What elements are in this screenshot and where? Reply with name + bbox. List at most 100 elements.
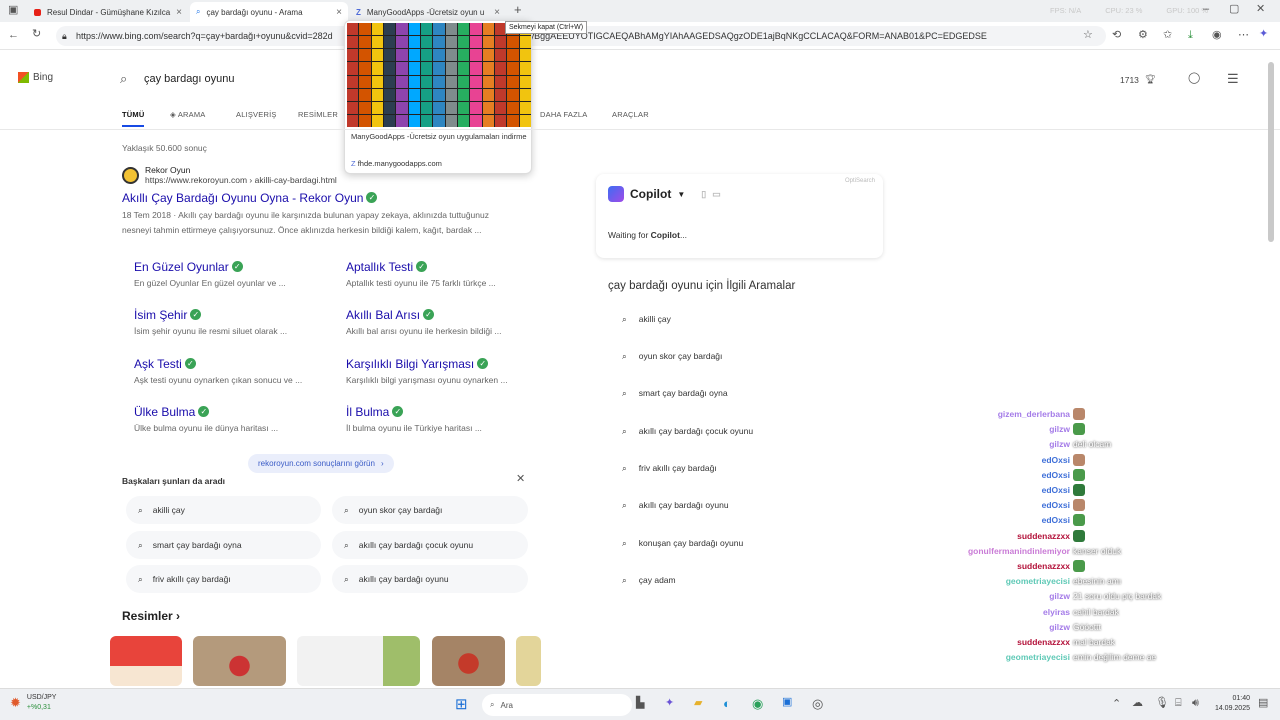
close-tab-icon[interactable]: × bbox=[494, 7, 500, 18]
bing-logo[interactable]: Bing bbox=[18, 72, 53, 83]
related-search-item[interactable]: ⌕ smart çay bardağı oyna bbox=[610, 378, 895, 408]
refresh-icon[interactable]: ↻ bbox=[32, 29, 41, 40]
performance-stats: FPS: N/A CPU: 23 % GPU: 100 % bbox=[1050, 6, 1208, 15]
download-icon[interactable]: ⤓ bbox=[1188, 30, 1193, 41]
tab-all[interactable]: TÜMÜ bbox=[122, 110, 145, 127]
chat-message: edOxsi bbox=[0, 513, 1085, 527]
window-menu-icon[interactable]: ▣ bbox=[8, 5, 18, 16]
chat-emote-icon bbox=[1073, 529, 1085, 542]
tab-search[interactable]: ◈ ARAMA bbox=[170, 110, 206, 119]
edge-icon[interactable]: ◐ bbox=[723, 697, 731, 710]
related-search-item[interactable]: ⌕ akilli çay bbox=[610, 304, 895, 334]
result-title[interactable]: Akıllı Çay Bardağı Oyunu Oyna - Rekor Oy… bbox=[122, 189, 532, 207]
close-tab-icon[interactable]: × bbox=[176, 7, 182, 18]
scrollbar-thumb[interactable] bbox=[1268, 62, 1274, 242]
sitelink[interactable]: En Güzel Oyunlar ✓ En güzel Oyunlar En gü… bbox=[134, 258, 286, 291]
chat-username: suddenazzxx bbox=[1017, 530, 1070, 541]
store-icon[interactable]: ▣ bbox=[782, 697, 792, 708]
app-icon[interactable]: ◉ bbox=[752, 697, 763, 710]
maximize-icon[interactable]: ▢ bbox=[1229, 4, 1239, 15]
chat-body bbox=[1073, 422, 1085, 436]
copilot-app-icon[interactable]: ✦ bbox=[665, 698, 674, 709]
copilot-status-suffix: ... bbox=[679, 230, 688, 240]
sitelink[interactable]: Karşılıklı Bilgi Yarışması ✓ Karşılıklı b… bbox=[346, 355, 508, 388]
tab-more[interactable]: DAHA FAZLA bbox=[540, 110, 587, 119]
preview-title: ManyGoodApps -Ücretsiz oyun uygulamaları… bbox=[351, 132, 527, 141]
verified-icon: ✓ bbox=[416, 261, 428, 273]
search-query: çay bardagı oyunu bbox=[144, 73, 235, 85]
game-tile bbox=[494, 36, 507, 49]
close-tab-icon[interactable]: × bbox=[336, 7, 342, 18]
sitelink-title: Karşılıklı Bilgi Yarışması bbox=[346, 357, 475, 371]
rewards-count-text: 1713 bbox=[1120, 74, 1139, 85]
search-icon: ⌕ bbox=[622, 350, 627, 361]
optisearch-badge: OptiSearch bbox=[844, 178, 875, 184]
site-icon: Z bbox=[356, 7, 361, 17]
chevron-down-icon: ▼ bbox=[677, 189, 686, 199]
taskbar-search[interactable]: ⌕ Ara bbox=[482, 694, 632, 716]
tab-bing-search[interactable]: ⌕ çay bardağı oyunu - Arama × bbox=[190, 2, 348, 22]
chat-username: edOxsi bbox=[1041, 500, 1070, 511]
back-icon[interactable]: ← bbox=[8, 30, 19, 41]
search-icon: ⌕ bbox=[120, 71, 128, 86]
chat-body bbox=[1073, 407, 1085, 421]
more-options-icon[interactable]: ⋯ bbox=[1238, 30, 1249, 41]
volume-icon[interactable]: 🔊︎ bbox=[1192, 698, 1199, 709]
profile-icon[interactable]: ◉ bbox=[1212, 30, 1222, 41]
related-search-item[interactable]: ⌕ oyun skor çay bardağı bbox=[610, 341, 895, 371]
copilot-header[interactable]: Copilot ▼ ▯ ▭ bbox=[608, 186, 721, 202]
tab-images[interactable]: RESİMLER bbox=[298, 110, 338, 119]
new-tab-icon[interactable]: + bbox=[514, 3, 522, 16]
extension-icon[interactable]: ⟲ bbox=[1112, 30, 1121, 41]
sitelink[interactable]: Aptallık Testi ✓ Aptallık testi oyunu ile… bbox=[346, 258, 496, 291]
game-tile bbox=[519, 36, 531, 49]
notifications-icon[interactable]: ▤ bbox=[1258, 698, 1268, 709]
favorites-icon[interactable]: ✩ bbox=[1163, 30, 1172, 41]
account-icon[interactable]: ◯ bbox=[1188, 73, 1200, 84]
close-window-icon[interactable]: ✕ bbox=[1256, 4, 1265, 15]
chevron-up-icon[interactable]: ⌃ bbox=[1112, 699, 1121, 710]
microphone-icon[interactable]: 🎙︎ bbox=[1155, 698, 1169, 709]
sitelink[interactable]: Akıllı Bal Arısı ✓ Akıllı bal arısı oyunu… bbox=[346, 306, 501, 339]
chat-text: cahil bardak bbox=[1073, 606, 1119, 617]
chat-message: suddenazzxx bbox=[0, 529, 1085, 543]
rewards-count[interactable]: 1713 🏆︎ bbox=[1120, 74, 1156, 85]
clock[interactable]: 01:40 14.09.2025 bbox=[1208, 694, 1250, 714]
chat-message: elyiras cahil bardak bbox=[0, 605, 1119, 619]
chat-text: Gööottt bbox=[1073, 621, 1101, 632]
obs-icon[interactable]: ◎ bbox=[812, 697, 823, 710]
favorite-star-icon[interactable]: ☆ bbox=[1083, 30, 1093, 41]
result-snippet-1: 18 Tem 2018 · Akıllı çay bardağı oyunu i… bbox=[122, 210, 489, 220]
copilot-icon[interactable]: ✦ bbox=[1259, 29, 1268, 40]
result-cite[interactable]: https://www.rekoroyun.com › akilli-cay-b… bbox=[145, 175, 337, 185]
bookmark-icon[interactable]: ▯ bbox=[701, 189, 706, 200]
chat-username: edOxsi bbox=[1041, 515, 1070, 526]
task-view-icon[interactable]: ▙ bbox=[636, 698, 644, 709]
scrollbar[interactable] bbox=[1268, 58, 1274, 682]
chat-icon[interactable]: ▭ bbox=[712, 189, 721, 200]
minimize-icon[interactable]: – bbox=[1203, 4, 1209, 15]
chat-text: deli olcam bbox=[1073, 439, 1112, 450]
close-tab-tooltip: Sekmeyi kapat (Ctrl+W) bbox=[505, 21, 588, 34]
start-icon[interactable]: ⊞ bbox=[455, 697, 468, 712]
sitelink-snippet: Aşk testi oyunu oynarken çıkan sonucu ve… bbox=[134, 375, 303, 385]
chat-username: edOxsi bbox=[1041, 454, 1070, 465]
chat-message: edOxsi bbox=[0, 453, 1085, 467]
network-icon[interactable]: ⌸ bbox=[1175, 698, 1182, 709]
tab-youtube[interactable]: Resul Dindar - Gümüşhane Kızılca × bbox=[28, 2, 188, 22]
file-explorer-icon[interactable]: ▰ bbox=[694, 698, 702, 709]
tab-shopping[interactable]: ALIŞVERİŞ bbox=[236, 110, 277, 119]
rewards-icon: 🏆︎ bbox=[1144, 74, 1156, 84]
result-site-name: Rekor Oyun bbox=[145, 165, 191, 175]
search-input[interactable]: ⌕ çay bardagı oyunu bbox=[110, 64, 530, 94]
tab-manygoodapps[interactable]: Z ManyGoodApps -Ücretsiz oyun u × bbox=[350, 2, 506, 22]
ticker-widget[interactable]: ✹ USD/JPY +%0,31 bbox=[10, 693, 56, 713]
hamburger-menu-icon[interactable]: ☰ bbox=[1227, 72, 1239, 85]
result-snippet-2: nesneyi tahmin ettirmeye çalışıyorsunuz.… bbox=[122, 225, 482, 235]
sitelink[interactable]: İsim Şehir ✓ İsim şehir oyunu ile resmi s… bbox=[134, 306, 287, 339]
chat-message: gilzw 21 soru oldu piç bardak bbox=[0, 589, 1161, 603]
tab-tools[interactable]: ARAÇLAR bbox=[612, 110, 649, 119]
sitelink[interactable]: Aşk Testi ✓ Aşk testi oyunu oynarken çıka… bbox=[134, 355, 302, 388]
extensions-icon[interactable]: ⚙ bbox=[1138, 30, 1148, 41]
verified-icon: ✓ bbox=[423, 309, 435, 321]
